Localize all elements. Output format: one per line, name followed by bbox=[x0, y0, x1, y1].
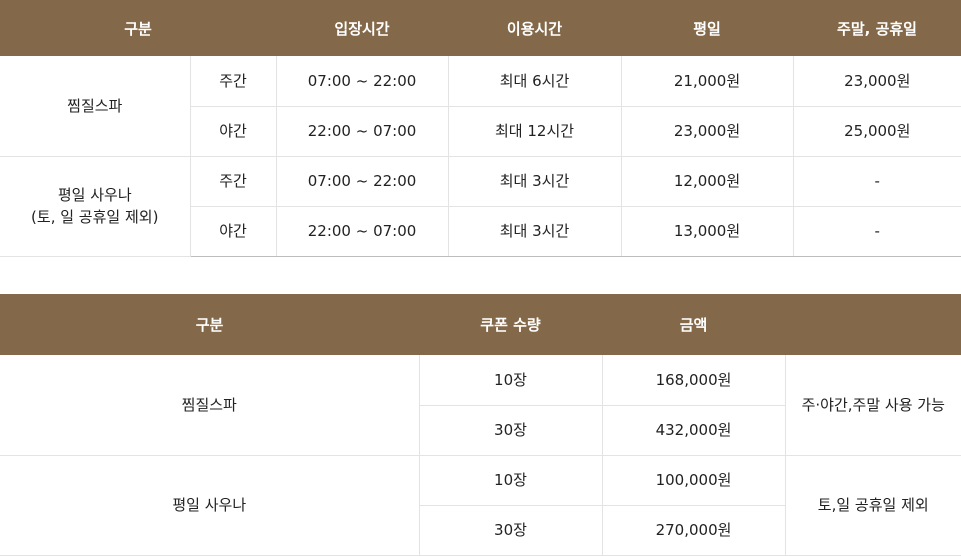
usage-time-cell: 최대 6시간 bbox=[448, 56, 622, 107]
header-note bbox=[785, 294, 961, 355]
coupon-note-cell: 주·야간,주말 사용 가능 bbox=[785, 355, 961, 456]
coupon-price-cell: 100,000원 bbox=[602, 455, 786, 506]
entry-time-cell: 07:00 ~ 22:00 bbox=[276, 156, 449, 207]
coupon-qty-cell: 30장 bbox=[419, 405, 603, 456]
period-cell: 주간 bbox=[190, 156, 277, 207]
entry-time-cell: 07:00 ~ 22:00 bbox=[276, 56, 449, 107]
weekend-price-cell: - bbox=[793, 206, 961, 257]
table-row: 찜질스파 주간 07:00 ~ 22:00 최대 6시간 21,000원 23,… bbox=[0, 56, 961, 157]
table-row: 평일 사우나 10장 100,000원 토,일 공휴일 제외 bbox=[0, 455, 961, 556]
header-weekday: 평일 bbox=[621, 0, 794, 56]
usage-time-cell: 최대 12시간 bbox=[448, 106, 622, 157]
weekday-price-cell: 12,000원 bbox=[621, 156, 794, 207]
coupon-qty-cell: 10장 bbox=[419, 455, 603, 506]
header-usage-time: 이용시간 bbox=[448, 0, 622, 56]
period-cell: 주간 bbox=[190, 56, 277, 107]
header-entry-time: 입장시간 bbox=[276, 0, 449, 56]
category-sauna: 평일 사우나 (토, 일 공휴일 제외) bbox=[0, 156, 191, 257]
coupon-price-cell: 270,000원 bbox=[602, 505, 786, 556]
header-coupon-qty: 쿠폰 수량 bbox=[419, 294, 602, 355]
coupon-note-cell: 토,일 공휴일 제외 bbox=[785, 455, 961, 556]
header-category: 구분 bbox=[0, 0, 277, 56]
price-table: 구분 입장시간 이용시간 평일 주말, 공휴일 찜질스파 주간 07:00 ~ … bbox=[0, 0, 961, 257]
weekday-price-cell: 13,000원 bbox=[621, 206, 794, 257]
coupon-qty-cell: 30장 bbox=[419, 505, 603, 556]
period-cell: 야간 bbox=[190, 206, 277, 257]
header-weekend: 주말, 공휴일 bbox=[793, 0, 961, 56]
header-amount: 금액 bbox=[602, 294, 785, 355]
usage-time-cell: 최대 3시간 bbox=[448, 206, 622, 257]
header-category: 구분 bbox=[0, 294, 419, 355]
weekend-price-cell: - bbox=[793, 156, 961, 207]
coupon-table: 구분 쿠폰 수량 금액 찜질스파 10장 168,000원 주·야간,주말 사용… bbox=[0, 294, 961, 556]
coupon-price-cell: 168,000원 bbox=[602, 355, 786, 406]
table-header-row: 구분 쿠폰 수량 금액 bbox=[0, 294, 961, 355]
entry-time-cell: 22:00 ~ 07:00 bbox=[276, 206, 449, 257]
category-sauna-line2: (토, 일 공휴일 제외) bbox=[31, 208, 159, 226]
category-spa: 찜질스파 bbox=[0, 56, 191, 157]
category-sauna: 평일 사우나 bbox=[0, 455, 420, 556]
table-row: 평일 사우나 (토, 일 공휴일 제외) 주간 07:00 ~ 22:00 최대… bbox=[0, 156, 961, 257]
weekend-price-cell: 23,000원 bbox=[793, 56, 961, 107]
category-sauna-line1: 평일 사우나 bbox=[57, 186, 132, 204]
table-row: 찜질스파 10장 168,000원 주·야간,주말 사용 가능 bbox=[0, 355, 961, 456]
weekday-price-cell: 23,000원 bbox=[621, 106, 794, 157]
coupon-qty-cell: 10장 bbox=[419, 355, 603, 406]
table-header-row: 구분 입장시간 이용시간 평일 주말, 공휴일 bbox=[0, 0, 961, 56]
category-spa: 찜질스파 bbox=[0, 355, 420, 456]
weekend-price-cell: 25,000원 bbox=[793, 106, 961, 157]
period-cell: 야간 bbox=[190, 106, 277, 157]
entry-time-cell: 22:00 ~ 07:00 bbox=[276, 106, 449, 157]
coupon-price-cell: 432,000원 bbox=[602, 405, 786, 456]
usage-time-cell: 최대 3시간 bbox=[448, 156, 622, 207]
weekday-price-cell: 21,000원 bbox=[621, 56, 794, 107]
